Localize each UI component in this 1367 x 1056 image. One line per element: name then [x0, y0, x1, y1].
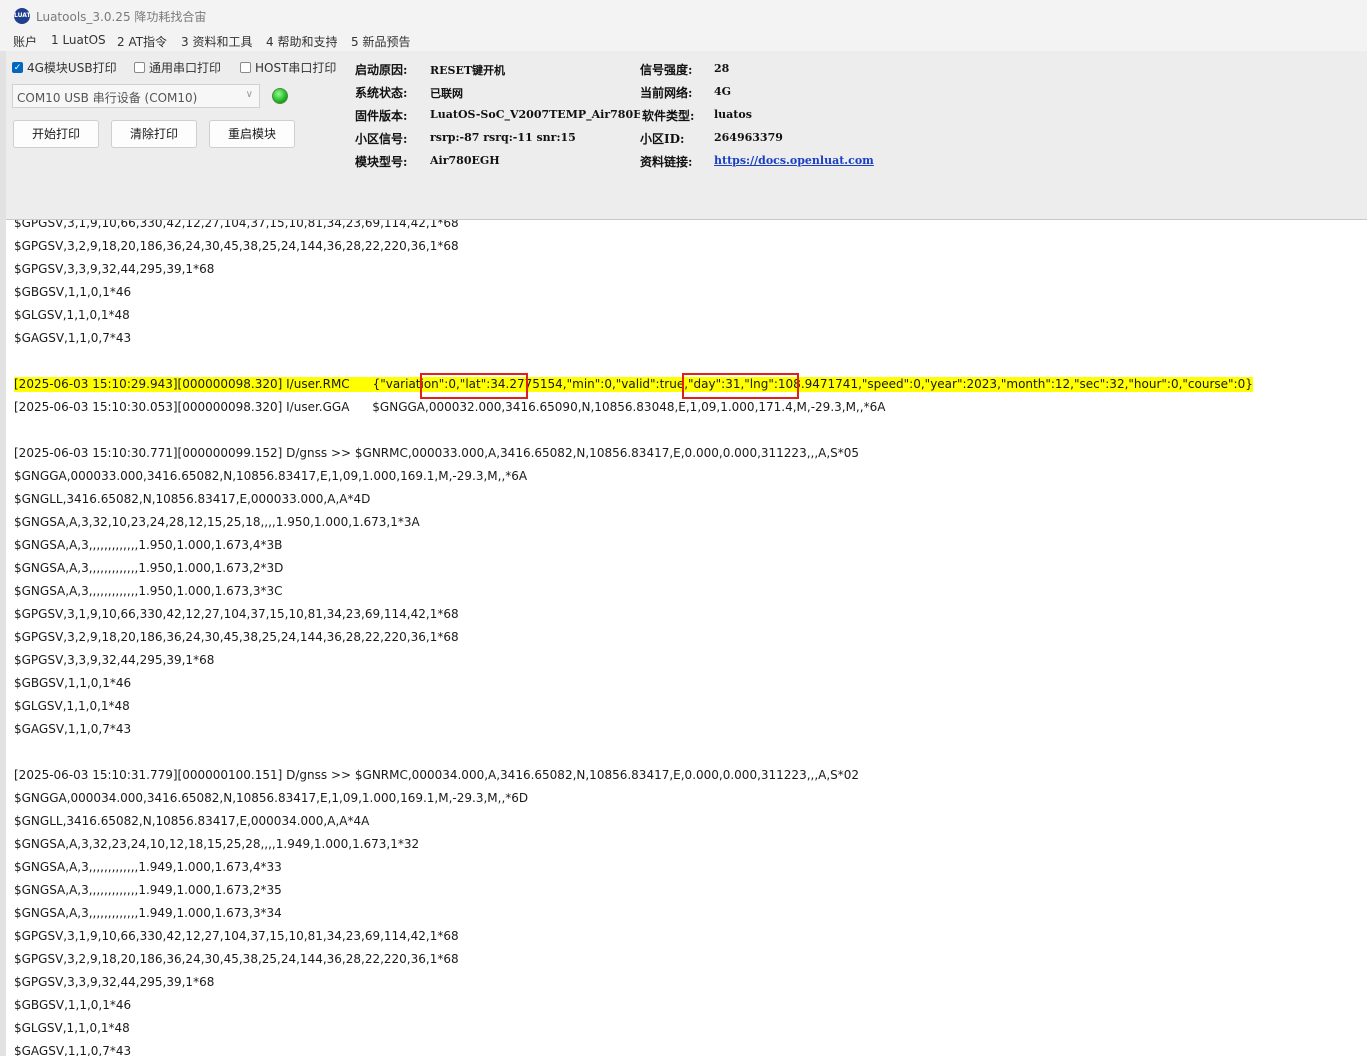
firmware-value: LuatOS-SoC_V2007TEMP_Air780EGH [430, 108, 662, 121]
log-line: $GNGSA,A,3,32,10,23,24,28,12,15,25,18,,,… [14, 515, 420, 529]
system-status-value: 已联网 [430, 87, 463, 100]
log-line: $GAGSV,1,1,0,7*43 [14, 331, 132, 345]
clear-print-button[interactable]: 清除打印 [111, 120, 197, 148]
network-label: 当前网络: [640, 86, 693, 100]
log-line: $GBGSV,1,1,0,1*46 [14, 676, 132, 690]
menu-help-support[interactable]: 4 帮助和支持 [266, 33, 337, 50]
module-model-value: Air780EGH [430, 154, 500, 167]
app-logo-icon: LUAT [14, 8, 31, 24]
log-line: $GNGGA,000033.000,3416.65082,N,10856.834… [14, 469, 528, 483]
log-line: $GPGSV,3,1,9,10,66,330,42,12,27,104,37,1… [14, 929, 459, 943]
log-line: $GPGSV,3,3,9,32,44,295,39,1*68 [14, 975, 215, 989]
boot-reason-value: RESET键开机 [430, 64, 506, 77]
menu-new-products[interactable]: 5 新品预告 [351, 33, 410, 50]
menu-account[interactable]: 账户 [13, 33, 37, 50]
lng-callout-box [682, 373, 799, 399]
log-line: $GPGSV,3,2,9,18,20,186,36,24,30,45,38,25… [14, 952, 459, 966]
log-line: $GAGSV,1,1,0,7*43 [14, 1044, 132, 1056]
log-line: [2025-06-03 15:10:30.771][000000099.152]… [14, 446, 860, 460]
log-line: $GNGGA,000034.000,3416.65082,N,10856.834… [14, 791, 529, 805]
cell-id-label: 小区ID: [640, 132, 685, 146]
usb-print-label: 4G模块USB打印 [27, 61, 117, 75]
log-line: $GPGSV,3,3,9,32,44,295,39,1*68 [14, 262, 215, 276]
log-line: $GPGSV,3,2,9,18,20,186,36,24,30,45,38,25… [14, 239, 459, 253]
log-line: $GBGSV,1,1,0,1*46 [14, 285, 132, 299]
cell-signal-value: rsrp:-87 rsrq:-11 snr:15 [430, 131, 576, 144]
doc-link-label: 资料链接: [640, 155, 693, 169]
network-value: 4G [714, 85, 732, 98]
log-line: $GNGLL,3416.65082,N,10856.83417,E,000033… [14, 492, 371, 506]
cell-signal-label: 小区信号: [355, 132, 408, 146]
log-line: $GNGSA,A,3,,,,,,,,,,,,,1.949,1.000,1.673… [14, 860, 282, 874]
host-print-checkbox[interactable]: HOST串口打印 [240, 59, 336, 76]
log-line: $GNGLL,3416.65082,N,10856.83417,E,000034… [14, 814, 370, 828]
menu-at-commands[interactable]: 2 AT指令 [117, 33, 167, 50]
log-line: $GNGSA,A,3,,,,,,,,,,,,,1.950,1.000,1.673… [14, 561, 284, 575]
software-type-label: 软件类型: [640, 107, 695, 124]
signal-strength-label: 信号强度: [640, 63, 693, 77]
usb-print-checkbox[interactable]: ✓ 4G模块USB打印 [12, 59, 117, 76]
cell-id-value: 264963379 [714, 131, 783, 144]
log-output[interactable]: $GPGSV,3,1,9,10,66,330,42,12,27,104,37,1… [6, 220, 1367, 1056]
start-print-button[interactable]: 开始打印 [13, 120, 99, 148]
serial-print-label: 通用串口打印 [149, 61, 222, 75]
lat-callout-box [420, 373, 528, 399]
log-line: $GNGSA,A,3,32,23,24,10,12,18,15,25,28,,,… [14, 837, 420, 851]
module-model-label: 模块型号: [355, 155, 408, 169]
log-line: $GNGSA,A,3,,,,,,,,,,,,,1.949,1.000,1.673… [14, 906, 282, 920]
log-line: $GNGSA,A,3,,,,,,,,,,,,,1.950,1.000,1.673… [14, 538, 283, 552]
log-line: $GPGSV,3,1,9,10,66,330,42,12,27,104,37,1… [14, 220, 459, 230]
firmware-label: 固件版本: [355, 109, 408, 123]
log-line-highlighted: [2025-06-03 15:10:29.943][000000098.320]… [14, 377, 1253, 392]
host-print-label: HOST串口打印 [255, 61, 337, 75]
log-line: [2025-06-03 15:10:31.779][000000100.151]… [14, 768, 860, 782]
log-line: $GAGSV,1,1,0,7*43 [14, 722, 132, 736]
log-line: $GNGSA,A,3,,,,,,,,,,,,,1.950,1.000,1.673… [14, 584, 283, 598]
serial-print-checkbox[interactable]: 通用串口打印 [134, 59, 221, 76]
title-bar: LUAT Luatools_3.0.25 降功耗找合宙 [0, 0, 1367, 31]
log-line: $GPGSV,3,3,9,32,44,295,39,1*68 [14, 653, 215, 667]
menu-bar: 账户 1 LuatOS 2 AT指令 3 资料和工具 4 帮助和支持 5 新品预… [0, 31, 1367, 51]
port-select-value: COM10 USB 串行设备 (COM10) [17, 91, 198, 105]
restart-module-button[interactable]: 重启模块 [209, 120, 295, 148]
software-type-value: luatos [714, 108, 752, 121]
log-line: $GLGSV,1,1,0,1*48 [14, 1021, 130, 1035]
log-line: $GNGSA,A,3,,,,,,,,,,,,,1.949,1.000,1.673… [14, 883, 282, 897]
signal-strength-value: 28 [714, 62, 730, 75]
log-line: $GPGSV,3,1,9,10,66,330,42,12,27,104,37,1… [14, 607, 459, 621]
system-status-label: 系统状态: [355, 86, 408, 100]
log-line: $GPGSV,3,2,9,18,20,186,36,24,30,45,38,25… [14, 630, 459, 644]
checkbox-empty-icon [134, 62, 145, 73]
chevron-down-icon: ∨ [245, 89, 253, 100]
connection-status-led-icon [272, 88, 288, 104]
log-line: $GBGSV,1,1,0,1*46 [14, 998, 132, 1012]
log-line: $GLGSV,1,1,0,1*48 [14, 699, 130, 713]
log-line: [2025-06-03 15:10:30.053][000000098.320]… [14, 400, 886, 414]
boot-reason-label: 启动原因: [355, 63, 408, 77]
log-line: $GLGSV,1,1,0,1*48 [14, 308, 130, 322]
checkmark-icon: ✓ [12, 62, 23, 73]
checkbox-empty-icon [240, 62, 251, 73]
port-select[interactable]: COM10 USB 串行设备 (COM10) ∨ [12, 84, 260, 108]
control-panel: ✓ 4G模块USB打印 通用串口打印 HOST串口打印 COM10 USB 串行… [6, 51, 1367, 220]
window-title: Luatools_3.0.25 降功耗找合宙 [36, 10, 207, 24]
doc-link[interactable]: https://docs.openluat.com [714, 154, 874, 167]
menu-luatos[interactable]: 1 LuatOS [51, 33, 106, 47]
menu-resources-tools[interactable]: 3 资料和工具 [181, 33, 252, 50]
